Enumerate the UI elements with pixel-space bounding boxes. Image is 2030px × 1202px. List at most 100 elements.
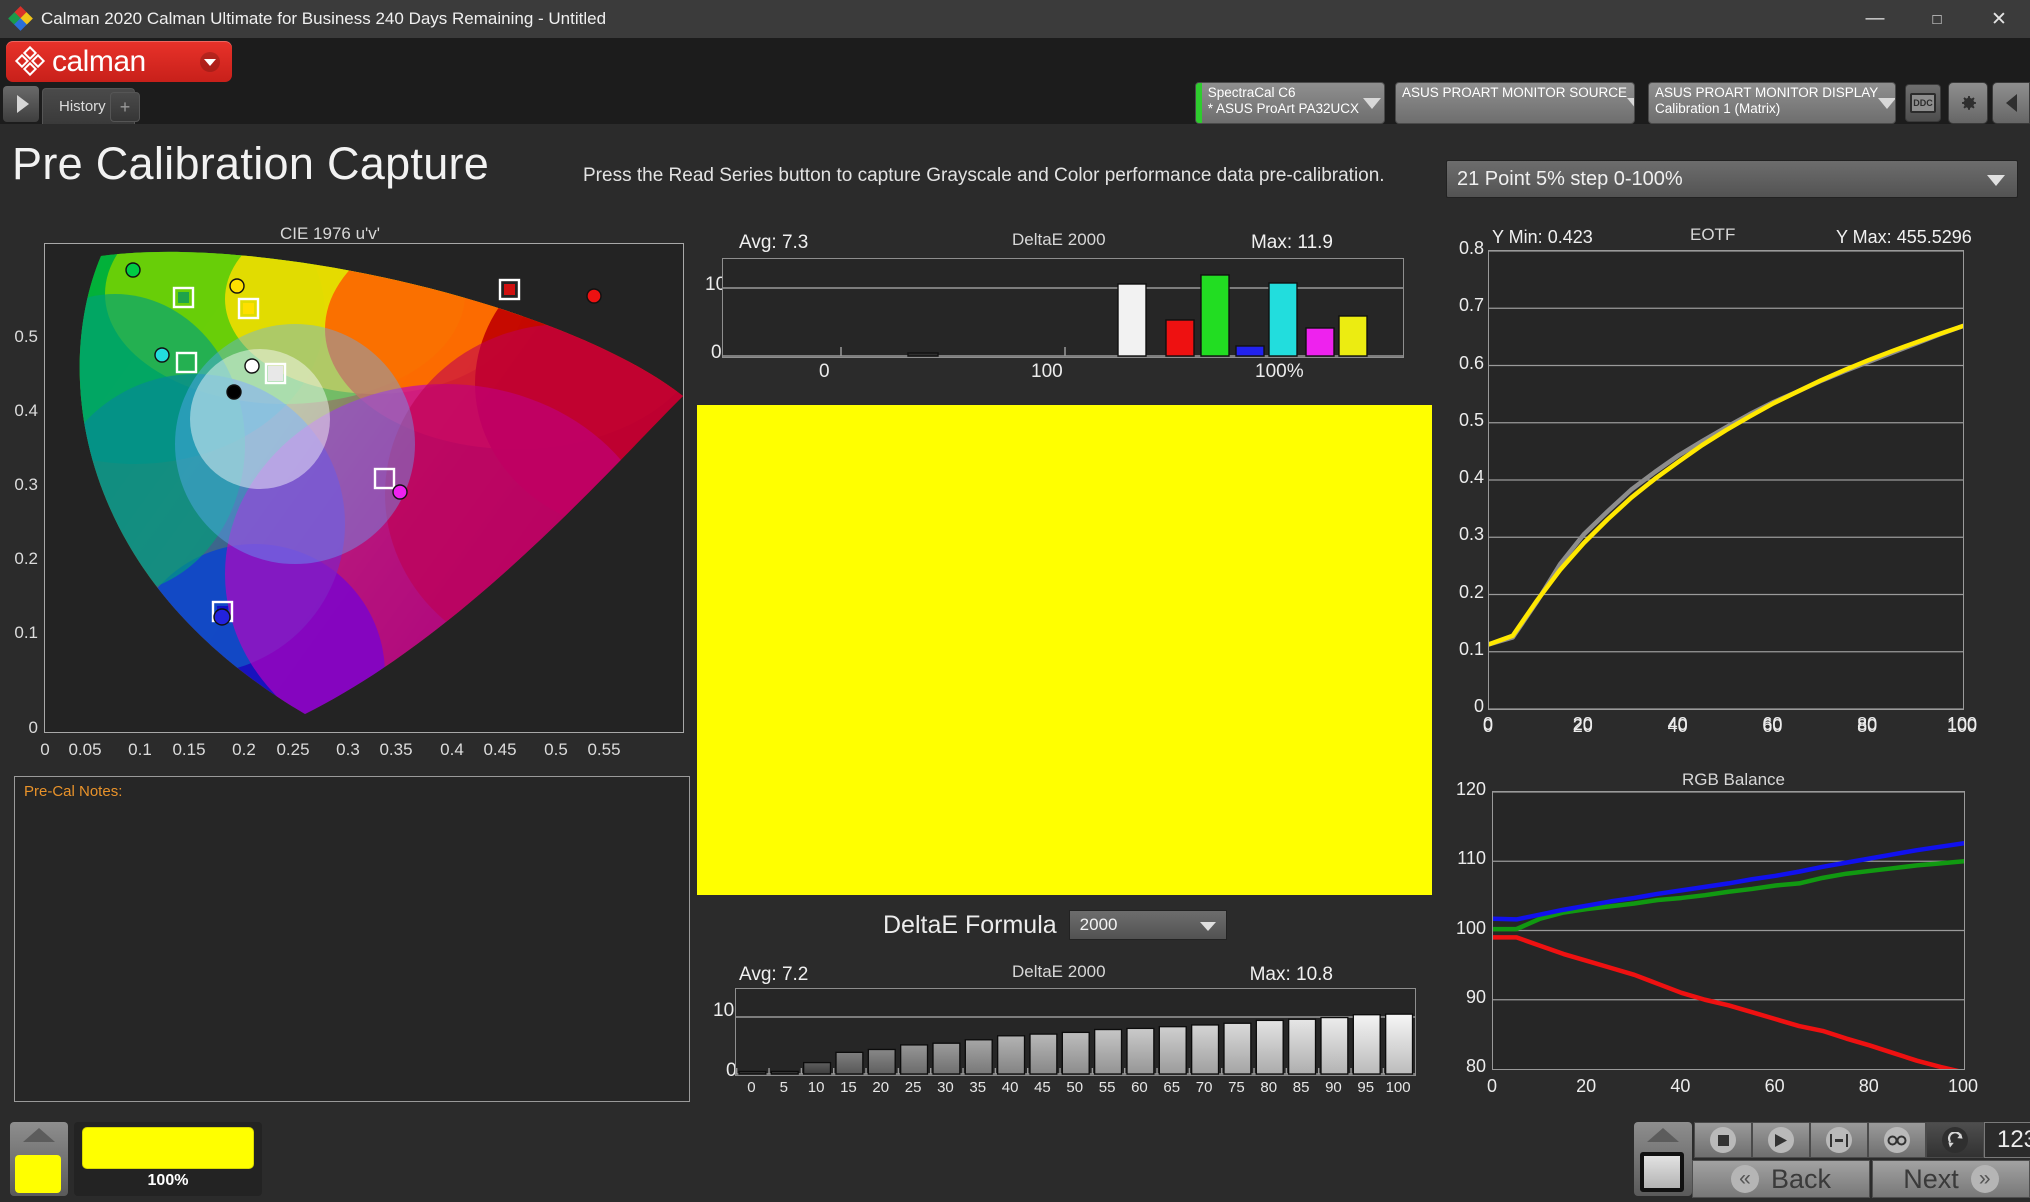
chevron-up-icon[interactable] bbox=[1647, 1128, 1679, 1142]
stop-icon bbox=[1710, 1127, 1736, 1153]
stop-button[interactable] bbox=[1694, 1122, 1752, 1158]
cie-ytick-0: 0 bbox=[28, 718, 38, 737]
cie-xtick-0.25: 0.25 bbox=[276, 740, 310, 759]
chevron-down-icon bbox=[1987, 175, 2005, 186]
chevron-down-icon[interactable] bbox=[1627, 83, 1634, 123]
deltae-color-max: Max: 11.9 bbox=[1250, 232, 1333, 253]
refresh-button[interactable] bbox=[1926, 1122, 1984, 1158]
continuous-button[interactable] bbox=[1868, 1122, 1926, 1158]
step-selector-value: 21 Point 5% step 0-100% bbox=[1457, 167, 1683, 190]
brand-bar: calman bbox=[0, 38, 2030, 94]
eotf-xtick-80: 80 bbox=[1857, 716, 1878, 736]
eotf-chart[interactable] bbox=[1488, 250, 1964, 710]
calman-menu-button[interactable]: calman bbox=[6, 41, 232, 82]
rgb-balance-xtick-20: 20 bbox=[1576, 1076, 1597, 1096]
chevron-up-icon[interactable] bbox=[23, 1128, 55, 1142]
cie-chart[interactable] bbox=[44, 243, 684, 733]
cie-xtick-0.05: 0.05 bbox=[68, 740, 102, 759]
deltae-color-chart[interactable] bbox=[722, 258, 1404, 358]
cie-xtick-0.15: 0.15 bbox=[172, 740, 206, 759]
refresh-icon bbox=[1942, 1127, 1968, 1153]
grayscale-patch-stack[interactable] bbox=[1634, 1122, 1692, 1196]
pre-cal-notes-panel[interactable]: Pre-Cal Notes: bbox=[14, 776, 690, 1102]
app-logo-icon bbox=[8, 6, 33, 31]
deltae-grayscale-chart[interactable] bbox=[735, 988, 1416, 1076]
close-button[interactable]: ✕ bbox=[1968, 0, 2030, 38]
nav-expand-icon[interactable] bbox=[3, 86, 39, 122]
patch-history-chip[interactable] bbox=[15, 1155, 61, 1193]
measurement-counter: 123 bbox=[1984, 1122, 2030, 1158]
cie-ytick-0.1: 0.1 bbox=[14, 623, 38, 642]
deltae-color-title: DeltaE 2000 bbox=[1012, 230, 1106, 249]
source-selector[interactable]: ASUS PROART MONITOR SOURCE bbox=[1395, 82, 1635, 124]
play-button[interactable] bbox=[1752, 1122, 1810, 1158]
current-patch-label: 100% bbox=[147, 1172, 189, 1189]
collapse-panel-button[interactable] bbox=[1992, 82, 2030, 124]
chevron-right-icon: » bbox=[1970, 1165, 1999, 1193]
deltae-grayscale-ytick-10: 10 bbox=[713, 1000, 735, 1021]
meter-selector[interactable]: SpectraCal C6 * ASUS ProArt PA32UCX bbox=[1195, 82, 1385, 124]
cie-ytick-0.5: 0.5 bbox=[14, 327, 38, 346]
page-description: Press the Read Series button to capture … bbox=[583, 165, 1385, 186]
add-tab-button[interactable]: + bbox=[110, 92, 140, 122]
rgb-balance-xtick-80: 80 bbox=[1858, 1076, 1879, 1096]
cie-chart-title: CIE 1976 u'v' bbox=[280, 224, 381, 243]
back-label: Back bbox=[1770, 1163, 1832, 1194]
display-profile: Calibration 1 (Matrix) bbox=[1655, 101, 1781, 116]
eotf-ytick-0.6: 0.6 bbox=[1458, 352, 1484, 373]
patch-history-stack[interactable] bbox=[10, 1122, 68, 1196]
rgb-balance-xtick-0: 0 bbox=[1486, 1076, 1497, 1096]
rgb-balance-ytick-120: 120 bbox=[1455, 779, 1486, 799]
rgb-balance-ytick-90: 90 bbox=[1465, 986, 1486, 1007]
current-patch-box[interactable]: 100% bbox=[74, 1122, 262, 1196]
cie-xtick-0.55: 0.55 bbox=[587, 740, 621, 759]
chevron-down-icon bbox=[1199, 922, 1216, 931]
rgb-balance-ytick-100: 100 bbox=[1455, 917, 1486, 938]
current-patch-swatch[interactable] bbox=[82, 1127, 254, 1169]
cie-ytick-0.3: 0.3 bbox=[14, 475, 38, 494]
measure-icon bbox=[1826, 1127, 1852, 1153]
deltae-formula-label: DeltaE Formula bbox=[883, 910, 1057, 939]
rgb-balance-chart[interactable] bbox=[1492, 791, 1965, 1070]
grayscale-patch-chip[interactable] bbox=[1640, 1152, 1684, 1192]
settings-button[interactable] bbox=[1948, 82, 1988, 124]
rgb-balance-xtick-60: 60 bbox=[1764, 1076, 1785, 1096]
deltae-formula-select[interactable]: 2000 bbox=[1068, 910, 1227, 940]
cie-xtick-0.1: 0.1 bbox=[128, 740, 152, 759]
maximize-button[interactable]: □ bbox=[1906, 0, 1968, 38]
display-selector[interactable]: ASUS PROART MONITOR DISPLAY Calibration … bbox=[1648, 82, 1896, 124]
next-button[interactable]: Next » bbox=[1872, 1160, 2030, 1198]
display-name: ASUS PROART MONITOR DISPLAY bbox=[1655, 85, 1879, 100]
chevron-down-icon[interactable] bbox=[1878, 83, 1895, 123]
chevron-down-icon[interactable] bbox=[1359, 83, 1384, 123]
eotf-xtick-60: 60 bbox=[1762, 716, 1783, 736]
eotf-ytick-0.4: 0.4 bbox=[1458, 467, 1484, 487]
eotf-xtick-40: 40 bbox=[1667, 716, 1688, 736]
deltae-color-xtick-100: 100 bbox=[1031, 361, 1063, 382]
calman-diamond-icon bbox=[14, 45, 46, 76]
deltae-color-ytick-0: 0 bbox=[711, 342, 722, 363]
minimize-button[interactable]: — bbox=[1844, 0, 1906, 38]
eotf-ytick-0.3: 0.3 bbox=[1458, 524, 1484, 545]
eotf-ytick-0.5: 0.5 bbox=[1458, 409, 1484, 430]
window-controls: — □ ✕ bbox=[1844, 0, 2030, 38]
single-measure-button[interactable] bbox=[1810, 1122, 1868, 1158]
deltae-grayscale-title: DeltaE 2000 bbox=[1012, 962, 1106, 981]
cie-xtick-0.5: 0.5 bbox=[544, 740, 568, 759]
step-selector[interactable]: 21 Point 5% step 0-100% bbox=[1446, 160, 2018, 198]
cie-xtick-0.35: 0.35 bbox=[379, 740, 413, 759]
calman-wordmark: calman bbox=[52, 44, 146, 78]
deltae-formula-value: 2000 bbox=[1079, 915, 1118, 934]
eotf-xtick-0: 0 bbox=[1482, 716, 1493, 736]
caret-down-icon[interactable] bbox=[200, 52, 220, 72]
eotf-ytick-0.2: 0.2 bbox=[1458, 581, 1484, 602]
ddc-button[interactable]: DDC bbox=[1905, 84, 1941, 122]
deltae-formula-row: DeltaE Formula 2000 bbox=[883, 910, 1227, 940]
deltae-color-avg: Avg: 7.3 bbox=[739, 232, 809, 253]
window-title: Calman 2020 Calman Ultimate for Business… bbox=[41, 9, 607, 28]
eotf-xtick-100: 100 bbox=[1946, 716, 1978, 736]
test-patch-display[interactable] bbox=[697, 405, 1432, 895]
back-button[interactable]: « Back bbox=[1692, 1160, 1870, 1198]
next-label: Next bbox=[1903, 1163, 1959, 1194]
eotf-ymin-label: Y Min: 0.423 bbox=[1492, 227, 1593, 247]
